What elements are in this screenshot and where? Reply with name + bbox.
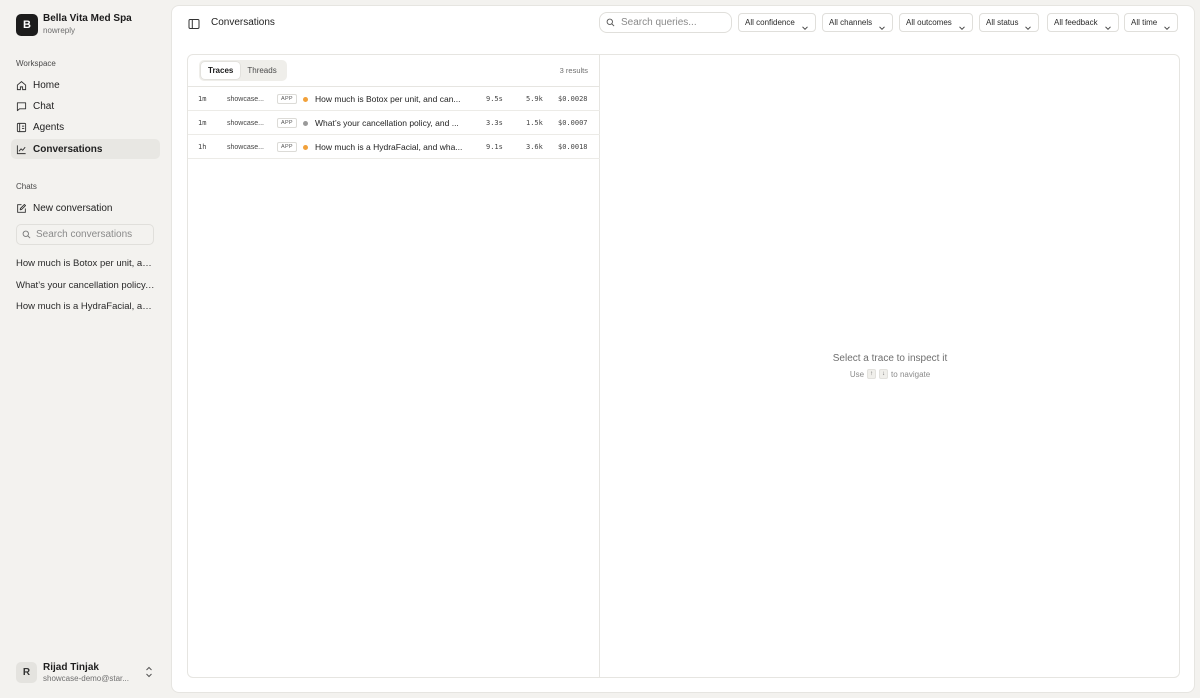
sidebar-item-label: Chat <box>33 100 55 112</box>
channel-badge: APP <box>277 142 297 152</box>
trace-tokens: 5.9k <box>526 95 543 103</box>
filter-label: All time <box>1131 18 1158 27</box>
sidebar-item-label: Conversations <box>33 143 103 155</box>
chevron-down-icon <box>878 19 886 30</box>
empty-state-title: Select a trace to inspect it <box>832 353 948 364</box>
trace-query: What’s your cancellation policy, and ... <box>315 118 459 128</box>
chevron-down-icon <box>1104 19 1112 30</box>
trace-query: How much is a HydraFacial, and wha... <box>315 142 463 152</box>
org-avatar: B <box>16 13 38 36</box>
trace-row[interactable]: 1h showcase... APP How much is a HydraFa… <box>188 135 600 159</box>
user-menu[interactable]: R Rijad Tinjak showcase-demo@star... <box>16 660 156 684</box>
filter-label: All feedback <box>1054 18 1098 27</box>
trace-detail-pane: Select a trace to inspect it Use ↑ ↓ to … <box>601 55 1179 677</box>
user-avatar: R <box>16 661 37 683</box>
header: Conversations Search queries... All conf… <box>172 6 1194 40</box>
home-icon <box>16 80 27 91</box>
filter-label: All outcomes <box>906 18 952 27</box>
chats-label: Chats <box>16 182 37 191</box>
org-subtitle: nowreply <box>43 26 76 35</box>
chevron-down-icon <box>958 19 966 30</box>
status-dot <box>303 96 308 102</box>
chevron-down-icon <box>801 19 809 30</box>
page-title: Conversations <box>211 17 275 28</box>
hint-prefix: Use <box>849 369 865 379</box>
org-switcher[interactable]: B Bella Vita Med Spa nowreply <box>16 13 132 36</box>
results-count: 3 results <box>559 66 588 75</box>
chat-item[interactable]: How much is a HydraFacial, and what... <box>16 301 156 312</box>
status-dot <box>303 120 308 126</box>
trace-duration: 9.1s <box>486 143 503 151</box>
agents-icon <box>16 122 27 133</box>
trace-list: Traces Threads 3 results 1m showcase... … <box>188 55 600 677</box>
sidebar-item-home[interactable]: Home <box>11 75 160 95</box>
sidebar: B Bella Vita Med Spa nowreply Workspace … <box>0 0 170 698</box>
chevron-up-down-icon[interactable] <box>144 665 156 679</box>
empty-state-hint: Use ↑ ↓ to navigate <box>601 369 1179 379</box>
search-icon <box>606 14 615 32</box>
sidebar-toggle-icon[interactable] <box>188 17 200 29</box>
trace-row[interactable]: 1m showcase... APP What’s your cancellat… <box>188 111 600 135</box>
filter-channels[interactable]: All channels <box>822 13 894 32</box>
sidebar-item-conversations[interactable]: Conversations <box>11 139 160 159</box>
search-icon <box>22 226 31 244</box>
chat-item[interactable]: What’s your cancellation policy, and... <box>16 280 156 291</box>
chevron-down-icon <box>1024 19 1032 30</box>
query-search-input[interactable]: Search queries... <box>599 12 732 33</box>
chat-icon <box>16 101 27 112</box>
filter-confidence[interactable]: All confidence <box>738 13 816 32</box>
filter-feedback[interactable]: All feedback <box>1047 13 1119 32</box>
org-name: Bella Vita Med Spa <box>43 13 132 24</box>
workspace-label: Workspace <box>16 59 56 68</box>
trace-query: How much is Botox per unit, and can... <box>315 94 461 104</box>
trace-cost: $0.0018 <box>558 143 588 151</box>
query-search-placeholder: Search queries... <box>621 17 697 28</box>
trace-source: showcase... <box>227 95 264 103</box>
sidebar-item-label: Agents <box>33 121 65 133</box>
filter-label: All confidence <box>745 18 795 27</box>
main-panel: Conversations Search queries... All conf… <box>171 5 1195 693</box>
sidebar-item-chat[interactable]: Chat <box>11 96 160 116</box>
trace-time: 1m <box>198 95 207 103</box>
trace-source: showcase... <box>227 143 264 151</box>
sidebar-item-agents[interactable]: Agents <box>11 117 160 137</box>
chevron-down-icon <box>1163 19 1171 30</box>
arrow-down-key: ↓ <box>879 369 889 379</box>
trace-time: 1h <box>198 143 207 151</box>
new-conversation-label: New conversation <box>33 202 113 214</box>
tab-traces[interactable]: Traces <box>201 62 241 79</box>
user-email: showcase-demo@star... <box>43 673 129 683</box>
new-conversation-button[interactable]: New conversation <box>11 198 160 218</box>
hint-suffix: to navigate <box>891 369 931 379</box>
user-name: Rijad Tinjak <box>43 661 99 673</box>
edit-icon <box>16 203 27 214</box>
trace-row[interactable]: 1m showcase... APP How much is Botox per… <box>188 87 600 111</box>
sidebar-item-label: Home <box>33 79 60 91</box>
filter-label: All status <box>986 18 1019 27</box>
conversation-search-placeholder: Search conversations <box>36 229 133 240</box>
trace-tokens: 3.6k <box>526 143 543 151</box>
filter-time[interactable]: All time <box>1124 13 1179 32</box>
traces-panel: Traces Threads 3 results 1m showcase... … <box>187 54 1180 678</box>
trace-tokens: 1.5k <box>526 119 543 127</box>
chat-item[interactable]: How much is Botox per unit, and can... <box>16 258 156 269</box>
tab-threads[interactable]: Threads <box>240 62 283 79</box>
filter-label: All channels <box>829 18 873 27</box>
filter-outcomes[interactable]: All outcomes <box>899 13 973 32</box>
status-dot <box>303 144 308 150</box>
channel-badge: APP <box>277 118 297 128</box>
trace-time: 1m <box>198 119 207 127</box>
channel-badge: APP <box>277 94 297 104</box>
trace-cost: $0.0028 <box>558 95 588 103</box>
conversation-search-input[interactable]: Search conversations <box>16 224 154 245</box>
trace-cost: $0.0007 <box>558 119 588 127</box>
filter-status[interactable]: All status <box>979 13 1040 32</box>
view-tabs: Traces Threads <box>199 60 287 81</box>
trace-duration: 9.5s <box>486 95 503 103</box>
chart-line-icon <box>16 144 27 155</box>
arrow-up-key: ↑ <box>867 369 877 379</box>
trace-source: showcase... <box>227 119 264 127</box>
trace-duration: 3.3s <box>486 119 503 127</box>
